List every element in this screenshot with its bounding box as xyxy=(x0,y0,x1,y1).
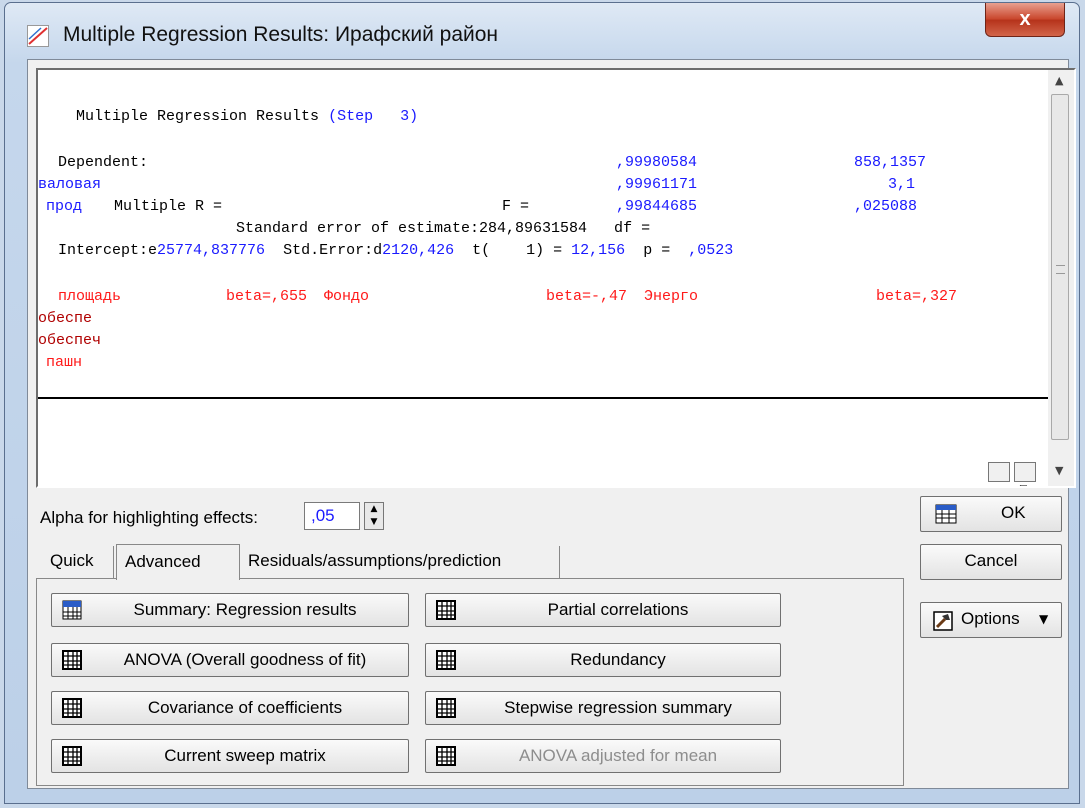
summary-table-icon xyxy=(62,600,82,620)
stepwise-summary-label: Stepwise regression summary xyxy=(504,698,732,717)
spin-up-icon[interactable]: ▲ xyxy=(365,503,383,516)
beta-var-2-cont: обеспеч xyxy=(38,332,102,349)
chevron-down-icon: ▼ xyxy=(1039,612,1049,626)
dialog-window: Multiple Regression Results: Ирафский ра… xyxy=(4,2,1080,804)
anova-adjusted-button[interactable]: ANOVA adjusted for mean xyxy=(425,739,781,773)
title-bar[interactable]: Multiple Regression Results: Ирафский ра… xyxy=(5,3,1079,59)
std-error-line: Standard error of estimate:284,89631584 … xyxy=(236,220,651,237)
tab-residuals[interactable]: Residuals/assumptions/prediction xyxy=(240,546,560,578)
f-label: F = xyxy=(502,198,530,215)
regression-app-icon xyxy=(27,25,49,47)
window-title: Multiple Regression Results: Ирафский ра… xyxy=(63,23,499,46)
summary-button[interactable]: Summary: Regression results xyxy=(51,593,409,627)
beta-val-3: beta=,327 xyxy=(876,288,958,305)
ok-label: OK xyxy=(1001,503,1026,522)
scroll-down-arrow-icon[interactable]: ▼ xyxy=(1055,464,1063,477)
anova-adjusted-label: ANOVA adjusted for mean xyxy=(518,746,718,765)
summary-button-label: Summary: Regression results xyxy=(133,600,357,619)
anova-button-label: ANOVA (Overall goodness of fit) xyxy=(123,650,367,669)
grid-table-icon xyxy=(436,698,456,718)
intercept-line: Intercept:e25774,837776 Std.Error:d2120,… xyxy=(58,242,734,259)
sweep-matrix-button-label: Current sweep matrix xyxy=(164,746,326,765)
sweep-matrix-button[interactable]: Current sweep matrix xyxy=(51,739,409,773)
beta-val-2: beta=-,47 xyxy=(546,288,628,305)
grid-table-icon xyxy=(436,650,456,670)
options-button[interactable]: Options ▼ xyxy=(920,602,1062,638)
copy-button[interactable]: ⎘ xyxy=(988,462,1029,486)
step-label: (Step 3) xyxy=(328,108,419,125)
vertical-scrollbar[interactable]: ▲ ▼ xyxy=(1048,70,1074,486)
ok-table-icon xyxy=(935,504,957,524)
dependent-name-2: прод xyxy=(46,198,83,215)
covariance-button[interactable]: Covariance of coefficients xyxy=(51,691,409,725)
grid-table-icon xyxy=(62,746,82,766)
multiple-r-label: Multiple R = xyxy=(114,198,223,215)
tab-quick[interactable]: Quick xyxy=(42,546,114,578)
ok-button[interactable]: OK xyxy=(920,496,1062,532)
scroll-thumb[interactable] xyxy=(1051,94,1069,440)
cancel-label: Cancel xyxy=(964,551,1018,570)
beta-val-1: beta=,655 xyxy=(226,288,308,305)
partial-correlations-button[interactable]: Partial correlations xyxy=(425,593,781,627)
covariance-button-label: Covariance of coefficients xyxy=(147,698,343,717)
partial-correlations-label: Partial correlations xyxy=(547,600,689,619)
dependent-label: Dependent: xyxy=(58,154,149,171)
options-label: Options xyxy=(961,609,1020,628)
dependent-name-1: валовая xyxy=(38,176,102,193)
separator-line xyxy=(38,397,1050,399)
beta-var-3-cont: пашн xyxy=(46,354,83,371)
beta-var-1-cont: обеспе xyxy=(38,310,93,327)
stepwise-summary-button[interactable]: Stepwise regression summary xyxy=(425,691,781,725)
beta-var-1: площадь xyxy=(58,288,122,305)
scroll-top-button[interactable]: ▲ xyxy=(1014,462,1055,486)
alpha-input[interactable] xyxy=(304,502,360,530)
results-text-panel[interactable]: Multiple Regression Results (Step 3) Dep… xyxy=(36,68,1076,488)
redundancy-label: Redundancy xyxy=(570,650,666,669)
beta-var-2: Фондо xyxy=(324,288,370,305)
beta-var-3: Энерго xyxy=(644,288,699,305)
grid-table-icon xyxy=(436,600,456,620)
p-value: ,025088 xyxy=(854,198,918,215)
f-value: 858,1357 xyxy=(854,154,927,171)
adjusted-r2-value: ,99844685 xyxy=(616,198,698,215)
close-button[interactable]: x xyxy=(985,3,1065,37)
grid-table-icon xyxy=(436,746,456,766)
tab-advanced[interactable]: Advanced xyxy=(116,544,240,580)
dialog-client-area: Multiple Regression Results (Step 3) Dep… xyxy=(27,59,1076,789)
alpha-label: Alpha for highlighting effects: xyxy=(40,508,258,527)
grid-table-icon xyxy=(62,650,82,670)
r-squared-value: ,99961171 xyxy=(616,176,698,193)
options-hammer-icon xyxy=(933,611,953,631)
cancel-button[interactable]: Cancel xyxy=(920,544,1062,580)
alpha-spinner[interactable]: ▲ ▼ xyxy=(364,502,384,530)
spin-down-icon[interactable]: ▼ xyxy=(365,516,383,529)
df-value: 3,1 xyxy=(888,176,916,193)
grid-table-icon xyxy=(62,698,82,718)
multiple-r-value: ,99980584 xyxy=(616,154,698,171)
redundancy-button[interactable]: Redundancy xyxy=(425,643,781,677)
advanced-tab-panel: Summary: Regression results ANOVA (Overa… xyxy=(36,578,904,786)
scroll-up-arrow-icon[interactable]: ▲ xyxy=(1055,74,1063,87)
results-header: Multiple Regression Results (Step 3) xyxy=(76,108,419,125)
anova-button[interactable]: ANOVA (Overall goodness of fit) xyxy=(51,643,409,677)
